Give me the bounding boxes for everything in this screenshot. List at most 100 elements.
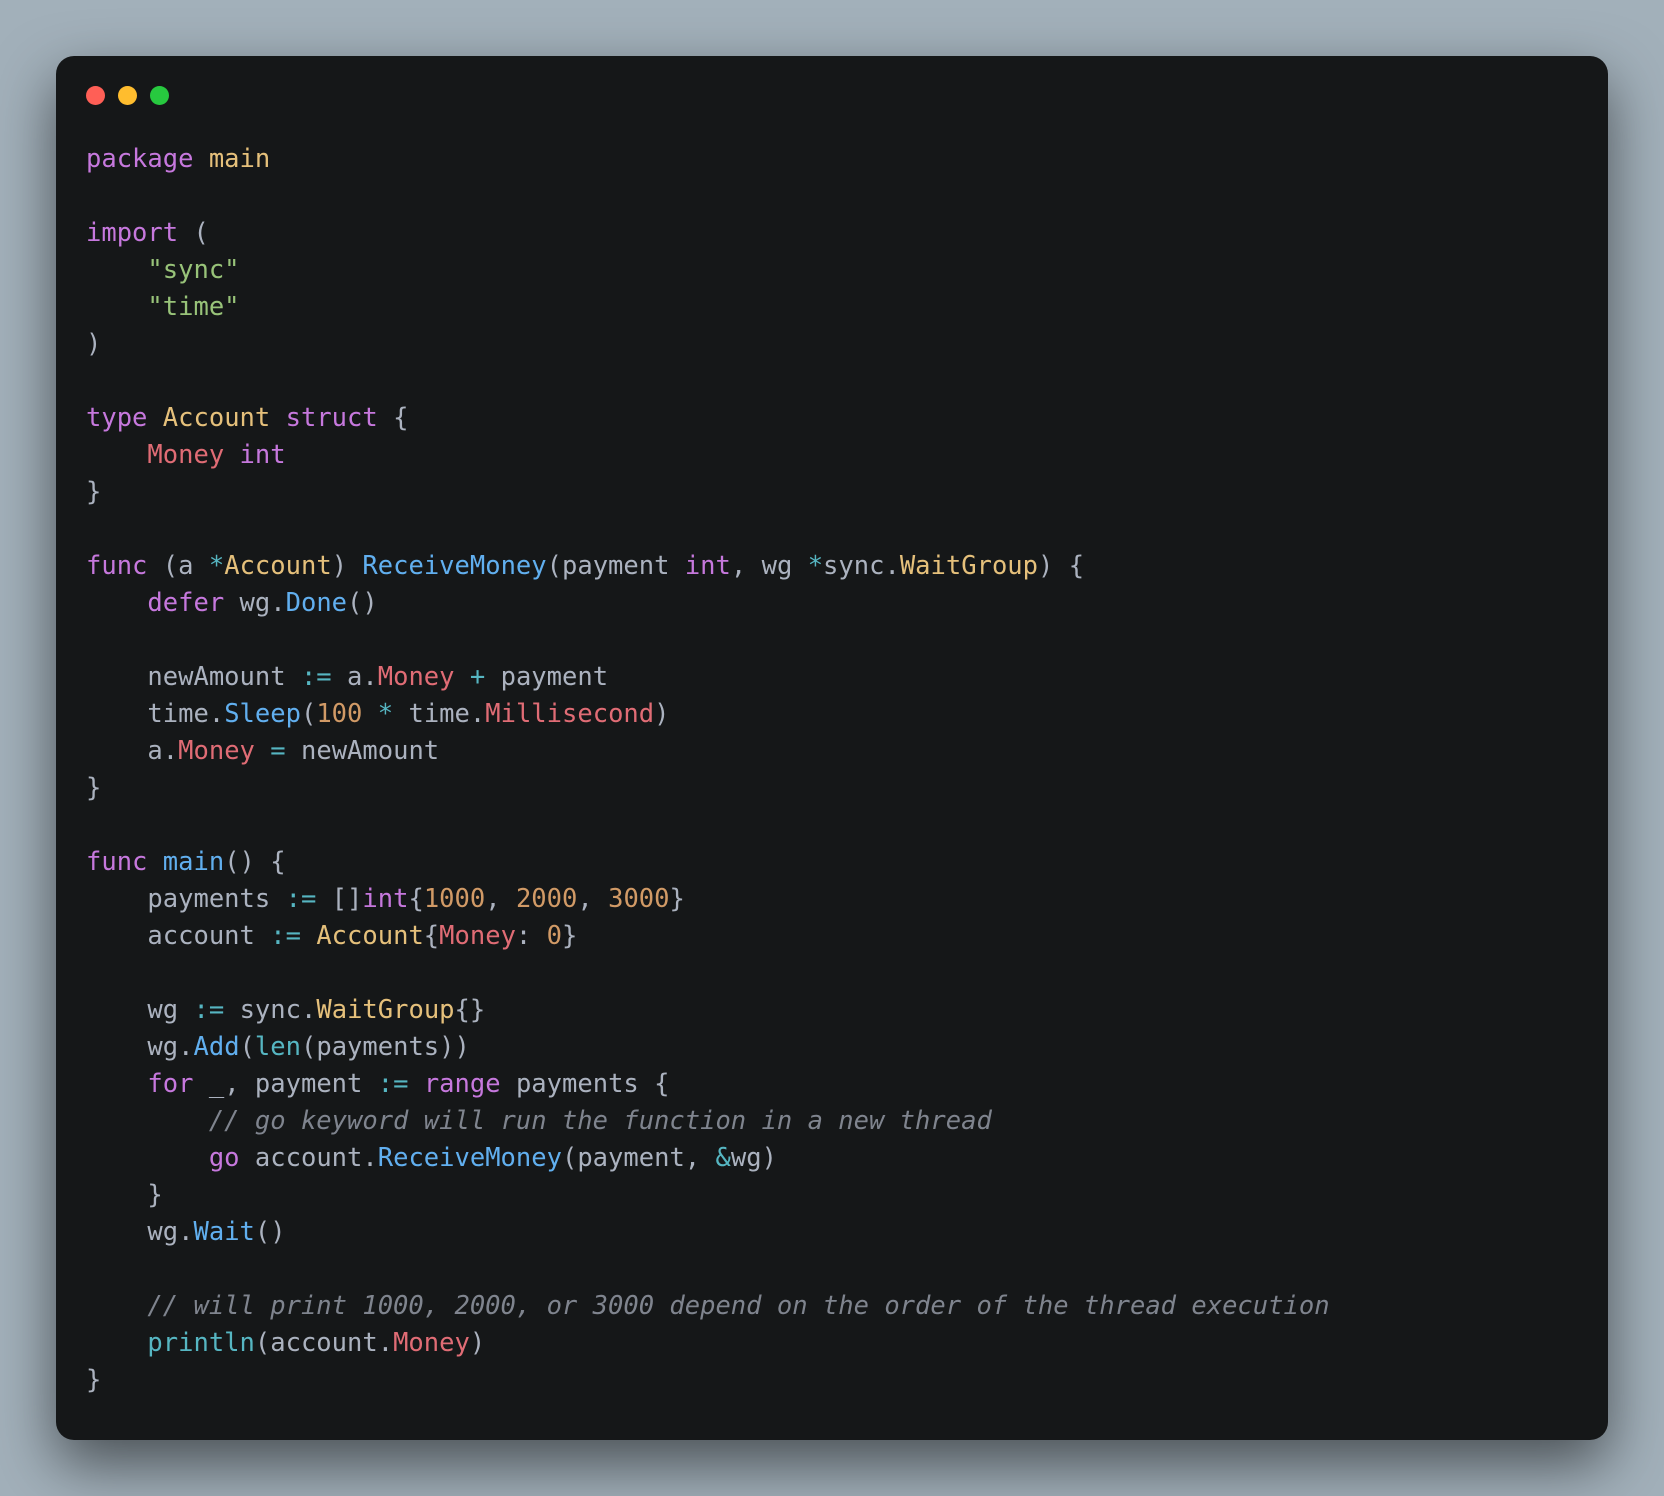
code-token: [86, 1328, 147, 1358]
code-token: account: [255, 1143, 362, 1173]
code-line: func (a *Account) ReceiveMoney(payment i…: [86, 551, 1084, 581]
code-token: .: [209, 699, 224, 729]
code-token: [86, 884, 147, 914]
code-token: [455, 662, 470, 692]
code-line: defer wg.Done(): [86, 588, 378, 618]
code-token: .: [178, 1032, 193, 1062]
code-token: Millisecond: [485, 699, 654, 729]
code-token: 0: [547, 921, 562, 951]
code-token: ,: [485, 884, 516, 914]
code-token: [669, 551, 684, 581]
code-token: "time": [147, 292, 239, 322]
code-token: main: [209, 144, 270, 174]
code-token: ): [86, 329, 101, 359]
code-token: }: [86, 1180, 163, 1210]
code-line: func main() {: [86, 847, 286, 877]
code-token: {: [408, 884, 423, 914]
code-token: [86, 1291, 147, 1321]
code-token: payment: [501, 662, 608, 692]
code-line: payments := []int{1000, 2000, 3000}: [86, 884, 685, 914]
code-token: wg: [731, 1143, 762, 1173]
code-token: [86, 255, 147, 285]
code-token: (: [240, 1032, 255, 1062]
code-token: :=: [194, 995, 225, 1025]
code-token: Add: [194, 1032, 240, 1062]
code-token: payment: [562, 551, 669, 581]
code-token: int: [685, 551, 731, 581]
code-token: (: [255, 1328, 270, 1358]
code-token: payments: [316, 1032, 439, 1062]
code-token: wg: [762, 551, 793, 581]
code-line: }: [86, 477, 101, 507]
code-token: 100: [316, 699, 362, 729]
code-token: [240, 1143, 255, 1173]
code-token: (: [301, 1032, 316, 1062]
code-token: int: [240, 440, 286, 470]
code-line: newAmount := a.Money + payment: [86, 662, 608, 692]
code-token: ): [332, 551, 363, 581]
code-token: [86, 1032, 147, 1062]
code-line: }: [86, 773, 101, 803]
code-token: [362, 1069, 377, 1099]
code-token: sync: [823, 551, 884, 581]
code-line: package main: [86, 144, 270, 174]
code-token: [485, 662, 500, 692]
code-token: (): [255, 1217, 286, 1247]
code-token: [86, 1143, 209, 1173]
code-token: Wait: [194, 1217, 255, 1247]
code-token: a: [347, 662, 362, 692]
code-token: payments: [147, 884, 270, 914]
code-token: *: [209, 551, 224, 581]
code-token: ReceiveMoney: [362, 551, 546, 581]
code-token: []: [316, 884, 362, 914]
code-token: sync: [240, 995, 301, 1025]
code-token: len: [255, 1032, 301, 1062]
code-token: }: [562, 921, 577, 951]
code-token: [501, 1069, 516, 1099]
code-token: defer: [147, 588, 224, 618]
zoom-icon[interactable]: [150, 86, 169, 105]
code-token: time: [147, 699, 208, 729]
code-token: [332, 662, 347, 692]
code-token: Account: [316, 921, 423, 951]
code-token: ) {: [1038, 551, 1084, 581]
minimize-icon[interactable]: [118, 86, 137, 105]
code-token: ReceiveMoney: [378, 1143, 562, 1173]
code-token: [224, 995, 239, 1025]
code-token: [147, 403, 162, 433]
code-token: [86, 440, 147, 470]
code-token: range: [424, 1069, 501, 1099]
code-token: }: [670, 884, 685, 914]
code-token: account: [270, 1328, 377, 1358]
close-icon[interactable]: [86, 86, 105, 105]
code-token: {}: [455, 995, 486, 1025]
code-token: [408, 1069, 423, 1099]
code-token: +: [470, 662, 485, 692]
code-token: [86, 292, 147, 322]
code-token: main: [163, 847, 224, 877]
code-token: package: [86, 144, 193, 174]
code-token: }: [86, 477, 101, 507]
code-token: Sleep: [224, 699, 301, 729]
code-token: for: [147, 1069, 193, 1099]
code-line: "sync": [86, 255, 240, 285]
code-token: [255, 921, 270, 951]
code-token: [86, 1106, 209, 1136]
code-token: [86, 736, 147, 766]
code-token: (): [347, 588, 378, 618]
code-token: newAmount: [301, 736, 439, 766]
code-token: .: [884, 551, 899, 581]
code-token: [86, 995, 147, 1025]
code-token: .: [178, 1217, 193, 1247]
code-token: a: [178, 551, 193, 581]
code-token: &: [716, 1143, 731, 1173]
code-token: a: [147, 736, 162, 766]
code-token: payments: [516, 1069, 639, 1099]
code-token: :: [516, 921, 547, 951]
code-token: ): [762, 1143, 777, 1173]
code-token: newAmount: [147, 662, 285, 692]
code-line: wg := sync.WaitGroup{}: [86, 995, 485, 1025]
code-token: [224, 588, 239, 618]
code-token: 1000: [424, 884, 485, 914]
code-token: {: [378, 403, 409, 433]
